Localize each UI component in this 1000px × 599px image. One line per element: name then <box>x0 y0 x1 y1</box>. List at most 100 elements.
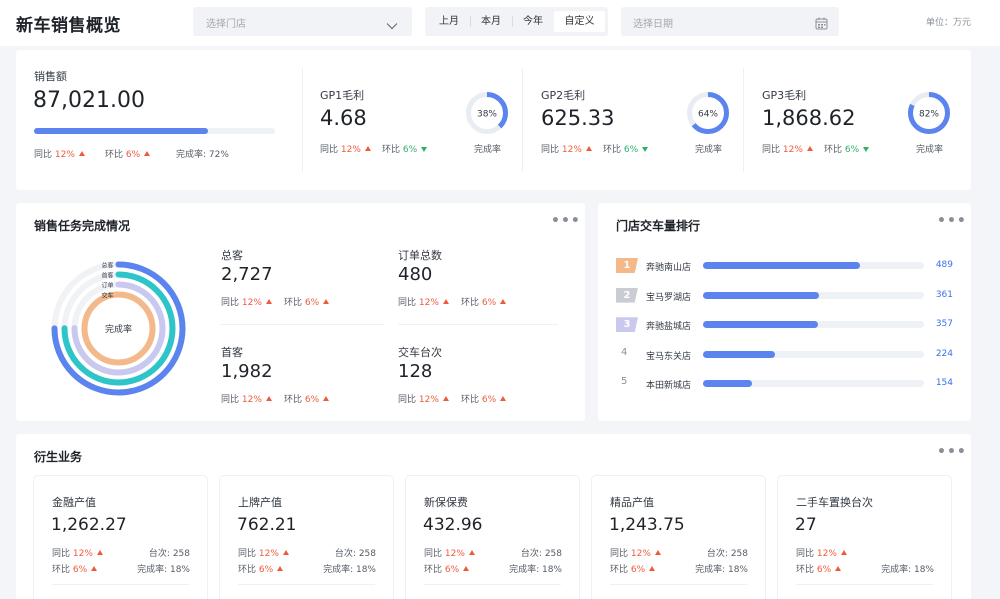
metric-value: 1,262.27 <box>51 515 127 535</box>
mom-compare: 环比 6% <box>424 562 470 575</box>
gp-value: 625.33 <box>541 106 615 130</box>
arrow-up-icon <box>500 396 507 401</box>
more-icon[interactable]: ••• <box>937 444 967 460</box>
mom-compare: 环比 6% <box>610 562 656 575</box>
calendar-icon <box>815 15 828 34</box>
mom-compare: 环比 6% <box>238 562 284 575</box>
mom-compare: 环比 6% <box>284 295 330 308</box>
period-option-this-month[interactable]: 本月 <box>471 11 511 32</box>
gp2-block: GP2毛利 625.33 同比 12% 环比 6% 64% 完成率 <box>541 50 741 190</box>
sales-yoy: 同比 12% <box>34 147 85 160</box>
rank-value: 357 <box>935 319 953 330</box>
ring-value: 38% <box>477 110 497 120</box>
rank-value: 361 <box>935 289 953 300</box>
gp-yoy: 同比 12% <box>541 142 592 155</box>
metric-count: 台次: 258 <box>148 549 190 559</box>
arrow-up-icon <box>806 146 813 151</box>
ring-label: 交车 <box>101 292 113 300</box>
arrow-up-icon <box>442 299 449 304</box>
period-segmented-control: 上月 本月 今年 自定义 <box>425 7 608 36</box>
derivative-metric-card: 新保保费 432.96 同比 12% 环比 6% 台次: 258 完成率: 18% <box>406 476 579 599</box>
divider <box>302 68 303 172</box>
mom-compare: 环比 6% <box>461 392 507 405</box>
gp3-block: GP3毛利 1,868.62 同比 12% 环比 6% 82% 完成率 <box>762 50 962 190</box>
stat-label: 总客 <box>221 249 243 262</box>
derivative-metric-card: 上牌产值 762.21 同比 12% 环比 6% 台次: 258 完成率: 18% <box>220 476 393 599</box>
radial-center-label: 完成率 <box>105 323 132 335</box>
metric-count: 台次: 258 <box>706 549 748 559</box>
sales-completion: 完成率: 72% <box>176 150 229 160</box>
sales-progress-fill <box>34 128 208 134</box>
arrow-down-icon <box>863 147 870 152</box>
period-option-last-month[interactable]: 上月 <box>429 11 469 32</box>
date-picker-placeholder: 选择日期 <box>633 19 673 30</box>
store-select-placeholder: 选择门店 <box>206 19 246 30</box>
stat-label: 首客 <box>221 346 243 359</box>
metric-label: 上牌产值 <box>238 496 282 509</box>
arrow-up-icon <box>364 146 371 151</box>
gp-yoy: 同比 12% <box>762 142 813 155</box>
store-ranking-card: 门店交车量排行 ••• 1 奔驰南山店 489 2 宝马罗湖店 361 3 奔驰盐城店 357 4… <box>598 203 971 421</box>
top-bar: 新车销售概览 选择门店 上月 本月 今年 自定义 选择日期 单位：万元 <box>0 0 1000 46</box>
sales-task-card: 销售任务完成情况 ••• 总客 首客 订单 交车 完成率 总客 2,727 同比 12% 环比… <box>16 203 585 421</box>
store-name: 奔驰南山店 <box>646 263 692 273</box>
mom-compare: 环比 6% <box>796 562 842 575</box>
divider <box>610 584 747 585</box>
divider <box>424 584 561 585</box>
arrow-up-icon <box>265 396 272 401</box>
gp-value: 1,868.62 <box>762 106 856 130</box>
metric-completion: 完成率: 18% <box>137 565 190 575</box>
more-icon[interactable]: ••• <box>551 213 581 229</box>
metric-completion: 完成率: 18% <box>695 565 748 575</box>
divider <box>743 68 744 172</box>
rank-bar-track <box>703 321 924 329</box>
divider <box>221 324 385 325</box>
metric-count: 台次: 258 <box>334 549 376 559</box>
divider <box>52 584 189 585</box>
rank-bar-fill <box>703 262 860 269</box>
divider <box>522 68 523 172</box>
arrow-up-icon <box>265 299 272 304</box>
rank-number: 5 <box>621 376 628 388</box>
yoy-compare: 同比 12% <box>424 546 475 559</box>
yoy-compare: 同比 12% <box>221 295 272 308</box>
metric-label: 新保保费 <box>424 496 468 509</box>
ring-label: 完成率 <box>474 145 502 155</box>
rank-number: 4 <box>621 346 628 358</box>
arrow-up-icon <box>91 566 98 571</box>
ring-label: 完成率 <box>695 145 723 155</box>
date-picker[interactable]: 选择日期 <box>621 7 839 36</box>
gp-completion-ring: 82% <box>908 92 950 134</box>
gp-mom: 环比 6% <box>824 142 870 155</box>
chevron-down-icon <box>386 16 398 35</box>
mom-compare: 环比 6% <box>461 295 507 308</box>
divider <box>398 324 558 325</box>
metric-label: 二手车置换台次 <box>796 496 873 509</box>
gp1-block: GP1毛利 4.68 同比 12% 环比 6% 38% 完成率 <box>320 50 520 190</box>
derivative-metric-card: 二手车置换台次 27 同比 12% 环比 6% 完成率: 18% <box>778 476 951 599</box>
period-option-custom[interactable]: 自定义 <box>554 11 605 32</box>
arrow-up-icon <box>282 550 289 555</box>
yoy-compare: 同比 12% <box>398 295 449 308</box>
ring-label: 完成率 <box>916 145 944 155</box>
arrow-up-icon <box>323 299 330 304</box>
ring-label: 订单 <box>101 282 113 290</box>
rank-bar-fill <box>703 321 818 329</box>
rank-value: 224 <box>935 348 953 359</box>
period-option-this-year[interactable]: 今年 <box>513 11 553 32</box>
more-icon[interactable]: ••• <box>937 213 967 229</box>
arrow-up-icon <box>468 550 475 555</box>
kpi-card: 销售额 87,021.00 同比 12% 环比 6% 完成率: 72% GP1毛… <box>16 50 971 190</box>
arrow-up-icon <box>277 566 284 571</box>
rank-value: 489 <box>935 260 953 270</box>
unit-label: 单位：万元 <box>926 18 972 28</box>
store-name: 宝马罗湖店 <box>646 292 692 303</box>
radial-completion-chart: 总客首客订单交车完成率 <box>51 261 186 396</box>
derivative-business-card: 衍生业务 ••• 金融产值 1,262.27 同比 12% 环比 6% 台次: 258 完… <box>16 434 971 599</box>
yoy-compare: 同比 12% <box>610 546 661 559</box>
derivative-metric-card: 金融产值 1,262.27 同比 12% 环比 6% 台次: 258 完成率: 18% <box>34 476 207 599</box>
arrow-down-icon <box>642 147 649 152</box>
gp-label: GP3毛利 <box>762 89 807 102</box>
store-select[interactable]: 选择门店 <box>193 7 412 36</box>
sales-mom: 环比 6% <box>105 147 151 160</box>
